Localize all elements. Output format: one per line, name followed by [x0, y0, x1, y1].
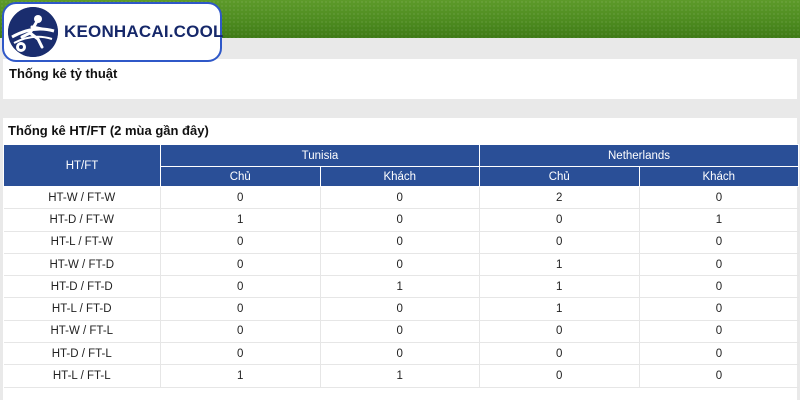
cell-value: 1 [320, 364, 480, 388]
cell-value: 0 [320, 320, 480, 344]
team2-home-header: Chủ [479, 166, 640, 187]
cell-value: 1 [320, 275, 480, 299]
cell-value: 0 [639, 297, 799, 321]
team2-away-header: Khách [638, 166, 800, 187]
cell-value: 1 [160, 208, 321, 232]
team1-away-header: Khách [319, 166, 480, 187]
cell-value: 1 [479, 275, 640, 299]
team1-header: Tunisia [160, 144, 480, 167]
cell-value: 0 [479, 364, 640, 388]
row-label: HT-L / FT-L [3, 364, 161, 388]
cell-value: 0 [320, 231, 480, 254]
row-label: HT-D / FT-D [3, 275, 161, 299]
cell-value: 0 [479, 208, 640, 232]
cell-value: 0 [320, 342, 480, 366]
cell-value: 0 [479, 320, 640, 344]
team2-header: Netherlands [478, 144, 800, 167]
team1-home-header: Chủ [160, 166, 321, 187]
htft-column-header: HT/FT [3, 144, 161, 187]
soccer-player-ball-icon [8, 7, 58, 57]
table-row: HT-L / FT-D 0 0 1 0 [3, 297, 799, 321]
htft-table: HT/FT Tunisia Netherlands Chủ Khách Chủ … [3, 144, 800, 388]
cell-value: 0 [160, 231, 321, 254]
row-label: HT-W / FT-L [3, 320, 161, 344]
cell-value: 1 [160, 364, 321, 388]
cell-value: 0 [639, 364, 799, 388]
cell-value: 1 [479, 297, 640, 321]
cell-value: 0 [639, 320, 799, 344]
cell-value: 1 [479, 253, 640, 277]
table-row: HT-D / FT-W 1 0 0 1 [3, 208, 799, 232]
row-label: HT-D / FT-W [3, 208, 161, 232]
site-logo[interactable]: KEONHACAI.COOL [2, 2, 224, 62]
row-label: HT-L / FT-W [3, 231, 161, 254]
cell-value: 0 [160, 320, 321, 344]
cell-value: 0 [479, 231, 640, 254]
cell-value: 0 [160, 186, 321, 210]
cell-value: 0 [639, 342, 799, 366]
cell-value: 0 [639, 231, 799, 254]
technical-stats-panel: Thống kê tỷ thuật [3, 59, 797, 99]
cell-value: 0 [639, 253, 799, 277]
table-row: HT-W / FT-D 0 0 1 0 [3, 253, 799, 277]
cell-value: 0 [320, 186, 480, 210]
cell-value: 0 [160, 342, 321, 366]
cell-value: 0 [639, 275, 799, 299]
cell-value: 1 [639, 208, 799, 232]
table-row: HT-D / FT-L 0 0 0 0 [3, 342, 799, 366]
row-label: HT-L / FT-D [3, 297, 161, 321]
table-row: HT-W / FT-L 0 0 0 0 [3, 320, 799, 344]
cell-value: 0 [320, 297, 480, 321]
cell-value: 0 [160, 297, 321, 321]
table-row: HT-W / FT-W 0 0 2 0 [3, 186, 799, 210]
row-label: HT-W / FT-W [3, 186, 161, 210]
cell-value: 0 [639, 186, 799, 210]
cell-value: 2 [479, 186, 640, 210]
htft-stats-title: Thống kê HT/FT (2 mùa gần đây) [8, 123, 209, 138]
logo-text: KEONHACAI.COOL [64, 22, 224, 41]
htft-stats-panel: Thống kê HT/FT (2 mùa gần đây) HT/FT Tun… [3, 118, 800, 400]
cell-value: 0 [160, 275, 321, 299]
cell-value: 0 [320, 208, 480, 232]
table-row: HT-D / FT-D 0 1 1 0 [3, 275, 799, 299]
cell-value: 0 [160, 253, 321, 277]
cell-value: 0 [320, 253, 480, 277]
row-label: HT-D / FT-L [3, 342, 161, 366]
table-row: HT-L / FT-W 0 0 0 0 [3, 231, 799, 254]
cell-value: 0 [479, 342, 640, 366]
table-row: HT-L / FT-L 1 1 0 0 [3, 364, 799, 388]
technical-stats-title: Thống kê tỷ thuật [9, 66, 118, 81]
row-label: HT-W / FT-D [3, 253, 161, 277]
